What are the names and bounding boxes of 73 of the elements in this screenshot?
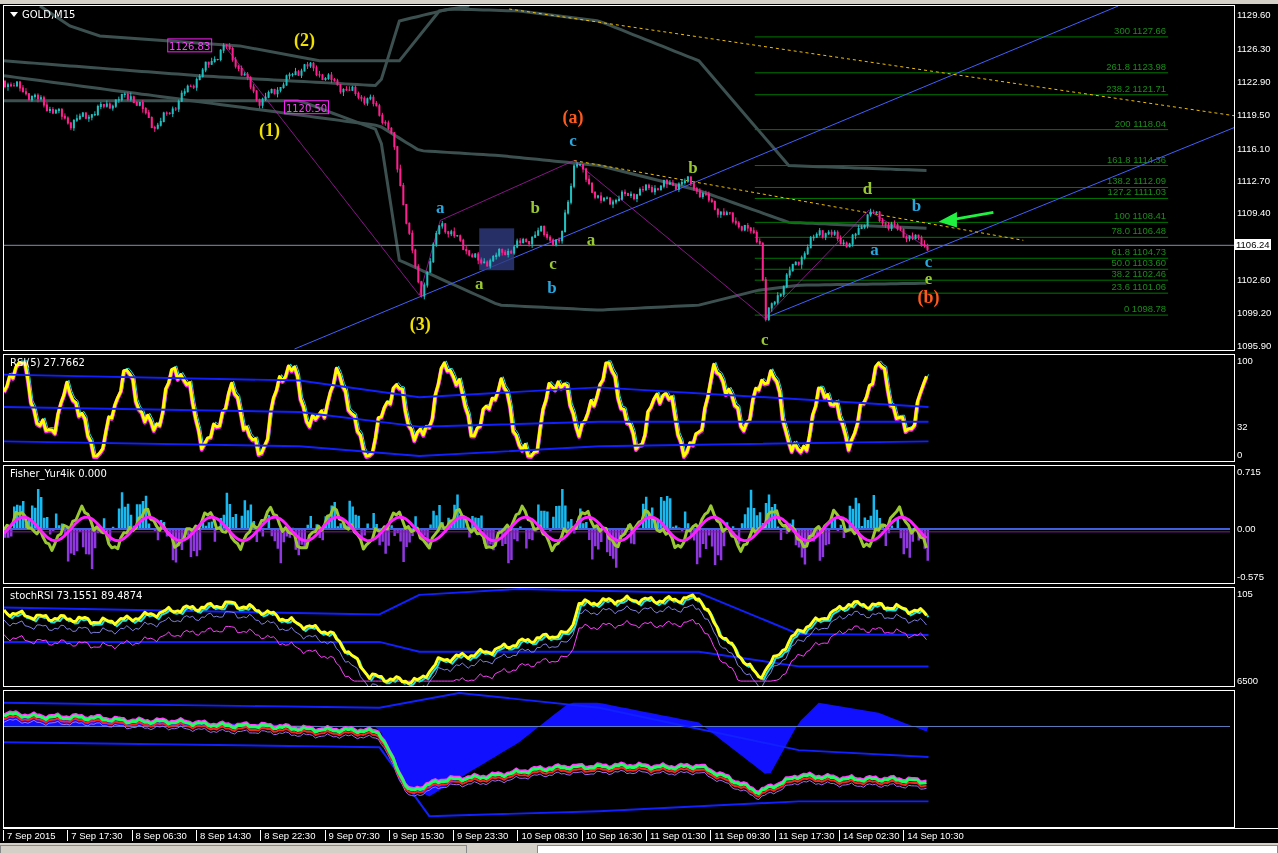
fib-label: 138.2 1112.09 xyxy=(1106,175,1167,187)
time-label: 14 Sep 02:30 xyxy=(838,830,900,841)
indicator-title: stochRSI 73.1551 89.4874 xyxy=(10,590,143,601)
price-label: 1126.30 xyxy=(1237,43,1271,54)
fib-label: 61.8 1104.73 xyxy=(1111,246,1167,258)
time-label: 10 Sep 08:30 xyxy=(517,830,578,841)
price-label: 1109.40 xyxy=(1237,207,1271,218)
indicator-axis-label: 6500 xyxy=(1237,675,1259,686)
pointer-arrow xyxy=(940,210,995,227)
fib-label: 238.2 1121.71 xyxy=(1106,82,1167,94)
indicator-axis-label: 0 xyxy=(1237,449,1243,460)
wave-label: c xyxy=(569,130,577,150)
wave-label: b xyxy=(688,157,698,177)
fib-label: 23.6 1101.06 xyxy=(1111,281,1167,293)
wave-label: e xyxy=(924,269,933,289)
price-label: 1095.90 xyxy=(1237,340,1272,351)
fib-label: 78.0 1106.48 xyxy=(1111,225,1167,237)
wave-label: a xyxy=(475,274,484,294)
indicator-axis-label: 0.715 xyxy=(1237,466,1261,477)
time-label: 9 Sep 23:30 xyxy=(453,830,509,841)
time-label: 7 Sep 17:30 xyxy=(67,830,123,841)
time-label: 9 Sep 15:30 xyxy=(388,830,445,841)
indicator-axis-label: 100 xyxy=(1237,355,1253,366)
wave-label: (a) xyxy=(562,106,584,127)
fib-label: 261.8 1123.98 xyxy=(1106,60,1167,72)
indicator-title: Fisher_Yur4ik 0.000 xyxy=(10,468,107,479)
wave-label: b xyxy=(530,198,540,218)
wave-label: c xyxy=(549,254,557,274)
fib-label: 100 1108.41 xyxy=(1114,210,1167,222)
wave-label: (3) xyxy=(409,314,431,335)
wave-label: b xyxy=(547,278,557,298)
fib-label: 127.2 1111.03 xyxy=(1107,186,1167,198)
price-label: 1102.60 xyxy=(1237,274,1271,285)
fib-label: 300 1127.66 xyxy=(1114,24,1167,36)
wave-label: a xyxy=(586,230,596,250)
indicator-axis-label: 0.00 xyxy=(1237,523,1256,534)
time-label: 11 Sep 01:30 xyxy=(646,830,706,841)
wave-label: (2) xyxy=(294,29,315,50)
price-label: 1119.50 xyxy=(1237,109,1270,120)
wave-label: c xyxy=(924,252,933,272)
time-label: 14 Sep 10:30 xyxy=(903,830,964,841)
current-price-tag: 1106.24 xyxy=(1235,239,1271,250)
price-label: 1099.20 xyxy=(1237,307,1272,318)
price-label: 1129.60 xyxy=(1237,9,1271,20)
fib-label: 200 1118.04 xyxy=(1114,117,1167,129)
price-tag: 1120.50 xyxy=(284,100,329,115)
indicator-axis-label: -0.575 xyxy=(1237,571,1264,582)
wave-label: a xyxy=(436,198,445,218)
indicator-axis-label: 32 xyxy=(1237,421,1248,432)
price-label: 1116.10 xyxy=(1237,143,1270,154)
price-label: 1122.90 xyxy=(1237,76,1271,87)
time-label: 8 Sep 14:30 xyxy=(195,830,252,841)
time-label: 10 Sep 16:30 xyxy=(581,830,643,841)
indicator-axis-label: 105 xyxy=(1237,588,1253,599)
time-label: 8 Sep 22:30 xyxy=(260,830,316,841)
time-label: 9 Sep 07:30 xyxy=(324,830,380,841)
indicator-title: RSI(5) 27.7662 xyxy=(10,357,85,368)
fib-label: 50.0 1103.60 xyxy=(1111,257,1167,269)
chart-title: GOLD,M15 xyxy=(10,9,76,20)
selection-box xyxy=(479,228,515,271)
fib-label: 0 1098.78 xyxy=(1123,303,1167,315)
wave-label: (b) xyxy=(917,287,940,308)
time-label: 8 Sep 06:30 xyxy=(131,830,187,841)
wave-label: (1) xyxy=(259,119,281,140)
time-label: 7 Sep 2015 xyxy=(3,830,56,841)
wave-label: a xyxy=(870,240,879,260)
wave-label: b xyxy=(911,196,922,216)
price-label: 1112.70 xyxy=(1237,175,1270,186)
time-label: 11 Sep 09:30 xyxy=(710,830,771,841)
price-tag: 1126.83 xyxy=(167,38,213,53)
time-label: 11 Sep 17:30 xyxy=(774,830,835,841)
wave-label: c xyxy=(761,330,769,349)
fib-label: 38.2 1102.46 xyxy=(1111,268,1167,280)
